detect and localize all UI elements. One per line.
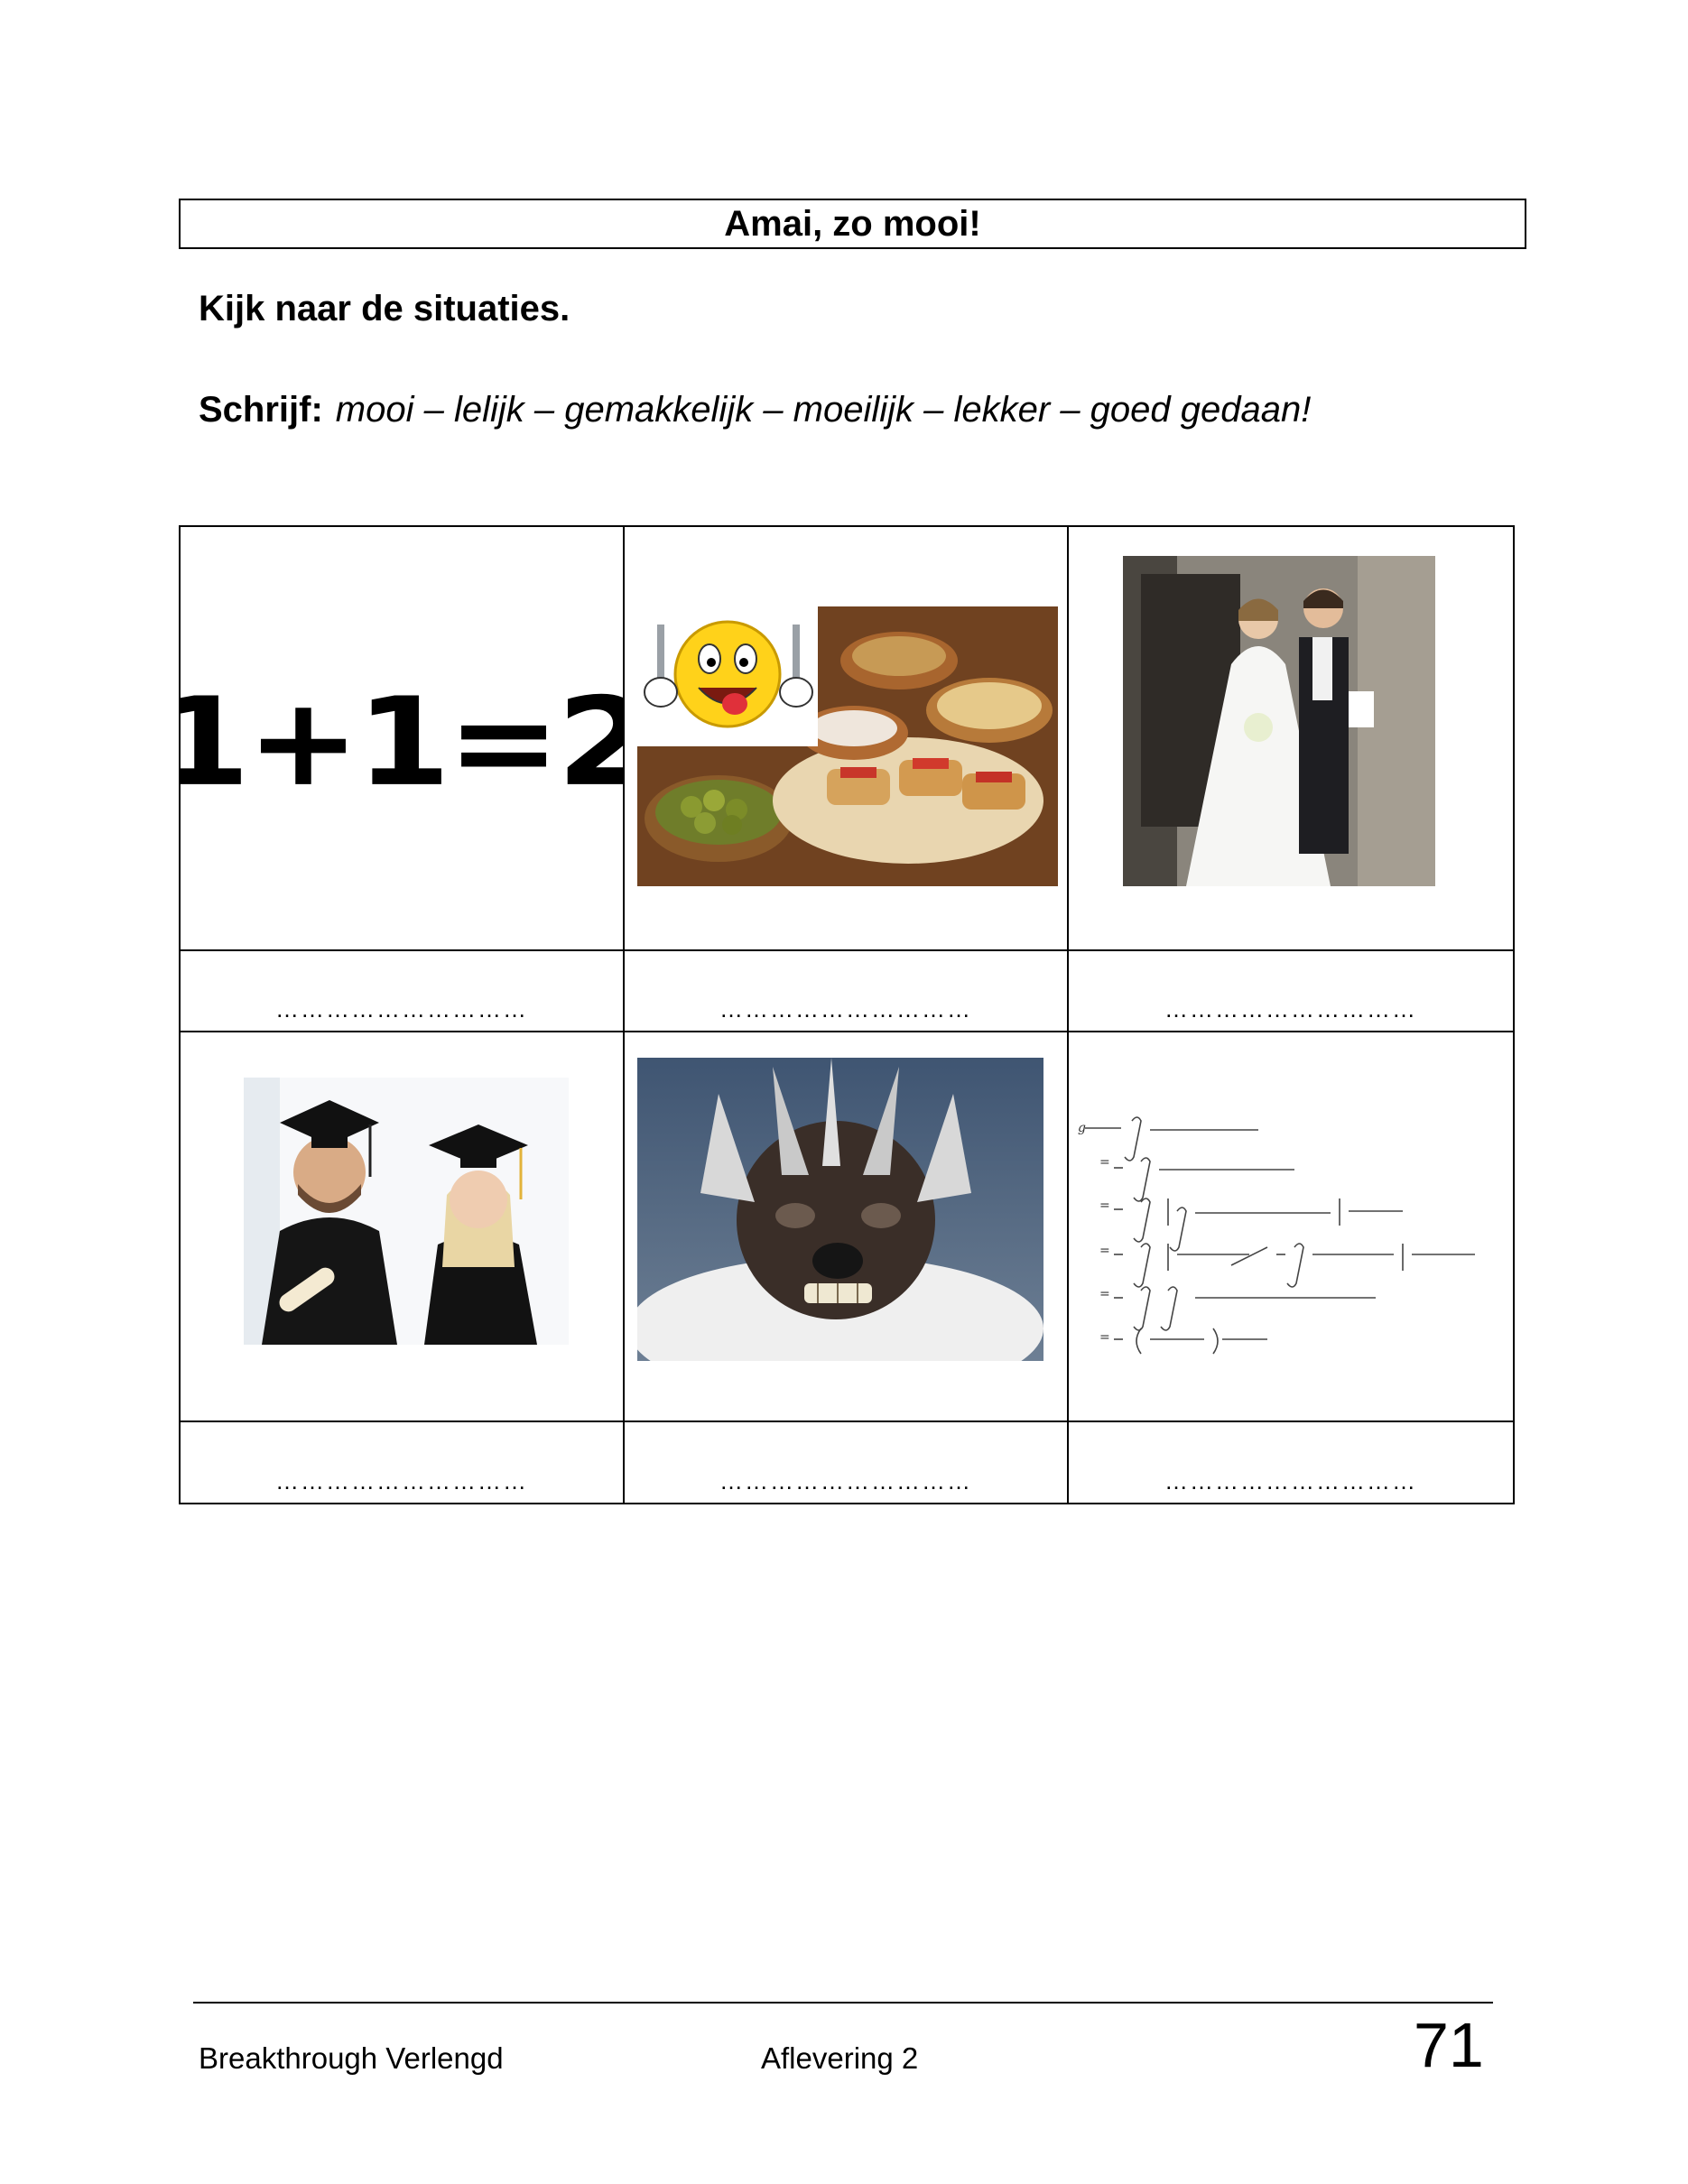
svg-text:=: = [1099, 1155, 1110, 1170]
instruction-text: Kijk naar de situaties. [199, 289, 570, 329]
write-instruction: Schrijf: mooi – lelijk – gemakkelijk – mo… [199, 390, 1311, 430]
answer-line-5[interactable]: ………………………… [625, 1422, 1069, 1503]
footer-book-title: Breakthrough Verlengd [199, 2041, 504, 2075]
graduates-picture [244, 1078, 569, 1345]
footer-episode: Aflevering 2 [761, 2041, 919, 2075]
word-list: mooi – lelijk – gemakkelijk – moeilijk –… [335, 390, 1312, 430]
page-title: Amai, zo mooi! [179, 199, 1526, 249]
picture-cell-wedding [1069, 527, 1513, 951]
picture-cell-math: 1+1=2 [181, 527, 625, 951]
svg-text:=: = [1099, 1244, 1110, 1258]
picture-cell-graduates [181, 1032, 625, 1422]
wedding-picture [1123, 556, 1435, 886]
ugly-dog-picture [637, 1058, 1043, 1361]
food-picture [637, 606, 1058, 886]
svg-text:g: g [1078, 1121, 1086, 1135]
picture-cell-food [625, 527, 1069, 951]
picture-cell-ugly-dog [625, 1032, 1069, 1422]
answer-line-4[interactable]: ………………………… [181, 1422, 625, 1503]
footer-divider [193, 2002, 1493, 2004]
svg-text:=: = [1099, 1287, 1110, 1301]
answer-line-6[interactable]: ………………………… [1069, 1422, 1513, 1503]
answer-line-3[interactable]: ………………………… [1069, 951, 1513, 1032]
page-number: 71 [1414, 2010, 1484, 2080]
picture-cell-formula: g = = = = = [1069, 1032, 1513, 1422]
math-equation-image: 1+1=2 [181, 671, 625, 814]
answer-line-1[interactable]: ………………………… [181, 951, 625, 1032]
answer-line-2[interactable]: ………………………… [625, 951, 1069, 1032]
exercise-grid: 1+1=2 ………………………… ………………………… ………………………… g… [179, 525, 1515, 1504]
write-label: Schrijf: [199, 390, 323, 430]
formula-picture: g = = = = = [1078, 1112, 1502, 1383]
svg-text:=: = [1099, 1330, 1110, 1345]
svg-text:=: = [1099, 1198, 1110, 1213]
